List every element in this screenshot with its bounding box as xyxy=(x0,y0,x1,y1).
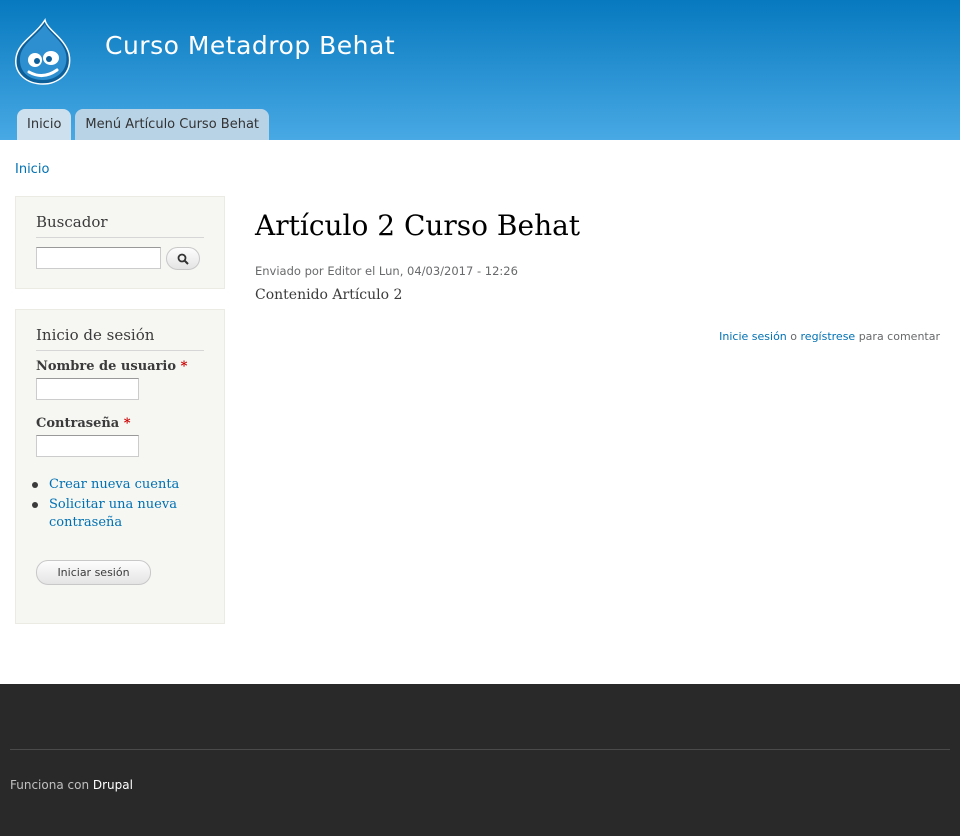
drupal-logo[interactable] xyxy=(13,18,73,86)
required-marker: * xyxy=(123,416,131,431)
menu-tab-articulo-curso-behat[interactable]: Menú Artículo Curso Behat xyxy=(75,109,270,140)
main-menu: Inicio Menú Artículo Curso Behat xyxy=(17,109,270,140)
menu-tab-inicio[interactable]: Inicio xyxy=(17,109,72,140)
login-to-comment-link[interactable]: Inicie sesión xyxy=(719,330,787,343)
site-name[interactable]: Curso Metadrop Behat xyxy=(105,31,395,60)
powered-by-text: Funciona con xyxy=(10,778,93,792)
comment-suffix-text: para comentar xyxy=(855,330,940,343)
password-label-text: Contraseña xyxy=(36,416,120,431)
breadcrumb-home-link[interactable]: Inicio xyxy=(15,162,49,177)
login-block-title: Inicio de sesión xyxy=(36,310,204,351)
search-input[interactable] xyxy=(36,247,161,269)
site-header: Curso Metadrop Behat Inicio Menú Artícul… xyxy=(0,0,960,140)
powered-by: Funciona con Drupal xyxy=(10,778,133,792)
search-button[interactable] xyxy=(166,247,200,270)
password-label: Contraseña * xyxy=(36,416,131,431)
submitted-info: Enviado por Editor el Lun, 04/03/2017 - … xyxy=(255,264,518,278)
username-label-text: Nombre de usuario xyxy=(36,359,177,374)
comment-links: Inicie sesión o regístrese para comentar xyxy=(719,330,940,343)
search-block-title: Buscador xyxy=(36,197,204,238)
password-field[interactable] xyxy=(36,435,139,457)
page-title: Artículo 2 Curso Behat xyxy=(255,209,581,242)
username-label: Nombre de usuario * xyxy=(36,359,187,374)
username-field[interactable] xyxy=(36,378,139,400)
search-icon xyxy=(177,253,189,265)
request-password-link[interactable]: Solicitar una nueva contraseña xyxy=(32,496,206,532)
site-footer: Funciona con Drupal xyxy=(0,684,960,836)
login-submit-button[interactable]: Iniciar sesión xyxy=(36,560,151,585)
required-marker: * xyxy=(180,359,188,374)
register-to-comment-link[interactable]: regístrese xyxy=(801,330,856,343)
footer-divider xyxy=(10,749,950,750)
drupal-link[interactable]: Drupal xyxy=(93,778,133,792)
article-body: Contenido Artículo 2 xyxy=(255,287,403,303)
create-account-link[interactable]: Crear nueva cuenta xyxy=(32,476,206,494)
comment-or-text: o xyxy=(786,330,801,343)
search-block: Buscador xyxy=(15,196,225,289)
login-links-list: Crear nueva cuenta Solicitar una nueva c… xyxy=(32,476,206,534)
login-block: Inicio de sesión Nombre de usuario * Con… xyxy=(15,309,225,624)
